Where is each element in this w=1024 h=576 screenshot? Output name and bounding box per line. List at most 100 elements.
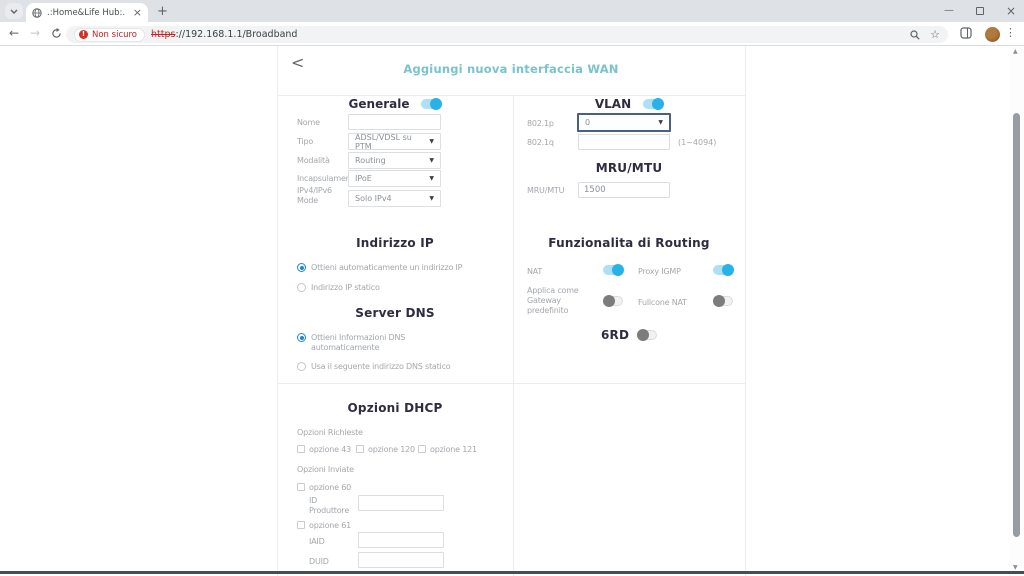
mru-mtu-label: MRU/MTU	[527, 186, 564, 196]
tipo-label: Tipo	[297, 137, 313, 147]
indirizzo-ip-title: Indirizzo IP	[277, 236, 513, 250]
browser-window: .:Home&Life Hub:. × + — × ← → ! Non sicu…	[0, 0, 1024, 576]
opzioni-richieste-label: Opzioni Richieste	[297, 428, 363, 438]
8021q-input[interactable]	[578, 134, 670, 150]
nome-input[interactable]	[348, 114, 441, 130]
proxy-igmp-toggle[interactable]	[713, 265, 733, 275]
vlan-title: VLAN	[595, 97, 631, 111]
vendor-id-label: ID Produttore	[309, 496, 353, 516]
reload-icon[interactable]	[51, 28, 62, 39]
modalita-select[interactable]: Routing ▼	[348, 152, 441, 169]
not-secure-warning-icon: !	[79, 30, 88, 39]
page-scrollbar[interactable]: ▲ ▼	[1009, 46, 1024, 576]
url-text: https://192.168.1.1/Broadband	[151, 29, 297, 40]
opzione61-checkbox[interactable]	[297, 521, 305, 529]
iaid-input[interactable]	[358, 532, 444, 548]
browser-toolbar: ← → ! Non sicuro https://192.168.1.1/Bro…	[0, 22, 1024, 46]
tab-search-chevron-icon[interactable]	[5, 3, 23, 19]
incapsulamento-value: IPoE	[355, 174, 372, 183]
generale-toggle[interactable]	[421, 99, 441, 109]
fullcone-nat-label: Fullcone NAT	[638, 298, 687, 308]
new-tab-button[interactable]: +	[154, 3, 171, 20]
tab-strip: .:Home&Life Hub:. × + — ×	[0, 0, 1024, 22]
zoom-icon[interactable]	[910, 30, 920, 40]
ip-auto-radio[interactable]	[297, 263, 306, 272]
browser-tab[interactable]: .:Home&Life Hub:. ×	[26, 3, 148, 22]
maximize-button[interactable]	[976, 7, 984, 15]
default-gateway-label: Applica come Gateway predefinito	[527, 286, 589, 316]
scroll-down-icon[interactable]: ▼	[1013, 564, 1018, 571]
minimize-button[interactable]: —	[944, 6, 954, 16]
nat-toggle[interactable]	[603, 265, 623, 275]
address-bar-actions: ☆	[910, 28, 940, 41]
security-chip[interactable]: ! Non sicuro	[74, 28, 145, 42]
vendor-id-input[interactable]	[358, 495, 444, 511]
tipo-value: ADSL/VDSL su PTM	[355, 133, 429, 151]
opzioni-inviate-label: Opzioni Inviate	[297, 465, 354, 475]
opzione60-checkbox[interactable]	[297, 483, 305, 491]
8021p-select[interactable]: 0 ▼	[577, 113, 671, 132]
sixrd-toggle[interactable]	[637, 330, 657, 340]
window-controls: — ×	[944, 0, 1016, 22]
8021q-hint: (1~4094)	[678, 138, 716, 147]
opzione43-label: opzione 43	[309, 445, 351, 455]
dropdown-caret-icon: ▼	[429, 175, 434, 182]
browser-menu-icon[interactable]: ⋮	[1005, 26, 1016, 39]
routing-title: Funzionalita di Routing	[513, 236, 745, 250]
dns-auto-radio[interactable]	[297, 333, 306, 342]
proxy-igmp-label: Proxy IGMP	[638, 267, 681, 277]
url-rest: ://192.168.1.1/Broadband	[175, 29, 297, 40]
section-vlan-header: VLAN	[513, 97, 745, 111]
default-gateway-toggle[interactable]	[603, 296, 623, 306]
nat-label: NAT	[527, 267, 542, 277]
nome-label: Nome	[297, 118, 320, 128]
ip-auto-label: Ottieni automaticamente un indirizzo IP	[311, 263, 462, 273]
page-title: Aggiungi nuova interfaccia WAN	[277, 62, 745, 76]
url-scheme: https	[151, 29, 175, 40]
opzione120-checkbox[interactable]	[356, 445, 364, 453]
iaid-label: IAID	[309, 537, 325, 547]
opzione61-label: opzione 61	[309, 521, 351, 531]
sixrd-label: 6RD	[601, 328, 629, 342]
address-bar[interactable]: ! Non sicuro https://192.168.1.1/Broadba…	[66, 26, 948, 43]
incapsulamento-select[interactable]: IPoE ▼	[348, 170, 441, 187]
security-label: Non sicuro	[92, 30, 137, 40]
8021p-label: 802.1p	[527, 119, 554, 129]
modalita-value: Routing	[355, 156, 386, 165]
router-config-page: < Aggiungi nuova interfaccia WAN General…	[0, 46, 1024, 576]
extensions-icon[interactable]	[960, 27, 972, 39]
dns-static-radio[interactable]	[297, 362, 306, 371]
scrollbar-thumb[interactable]	[1013, 113, 1020, 537]
ipv4ipv6-mode-select[interactable]: Solo IPv4 ▼	[348, 190, 441, 207]
duid-input[interactable]	[358, 552, 444, 568]
back-nav-icon[interactable]: ←	[9, 26, 19, 40]
duid-label: DUID	[309, 557, 329, 567]
opzione120-label: opzione 120	[368, 445, 415, 455]
panel-right-border	[745, 46, 746, 576]
opzione121-label: opzione 121	[430, 445, 477, 455]
forward-nav-icon[interactable]: →	[30, 26, 40, 40]
close-window-button[interactable]: ×	[1006, 5, 1016, 17]
tab-title: .:Home&Life Hub:.	[47, 8, 128, 18]
section-divider	[277, 383, 746, 384]
opzioni-dhcp-title: Opzioni DHCP	[277, 401, 513, 415]
tipo-select[interactable]: ADSL/VDSL su PTM ▼	[348, 133, 441, 150]
fullcone-nat-toggle[interactable]	[713, 296, 733, 306]
opzione43-checkbox[interactable]	[297, 445, 305, 453]
title-divider	[277, 95, 746, 96]
dropdown-caret-icon: ▼	[429, 195, 434, 202]
ip-static-radio[interactable]	[297, 283, 306, 292]
window-bottom-edge	[0, 571, 1024, 574]
dropdown-caret-icon: ▼	[658, 119, 663, 126]
mru-mtu-input[interactable]	[578, 182, 670, 198]
globe-favicon-icon	[32, 8, 42, 18]
vlan-toggle[interactable]	[643, 99, 663, 109]
opzione121-checkbox[interactable]	[418, 445, 426, 453]
bookmark-star-icon[interactable]: ☆	[930, 28, 940, 41]
profile-avatar[interactable]	[985, 27, 1000, 42]
tab-close-icon[interactable]: ×	[133, 7, 142, 18]
ip-static-label: Indirizzo IP statico	[311, 283, 380, 293]
scroll-up-icon[interactable]: ▲	[1013, 48, 1018, 55]
generale-title: Generale	[349, 97, 410, 111]
mru-mtu-title: MRU/MTU	[513, 161, 745, 175]
